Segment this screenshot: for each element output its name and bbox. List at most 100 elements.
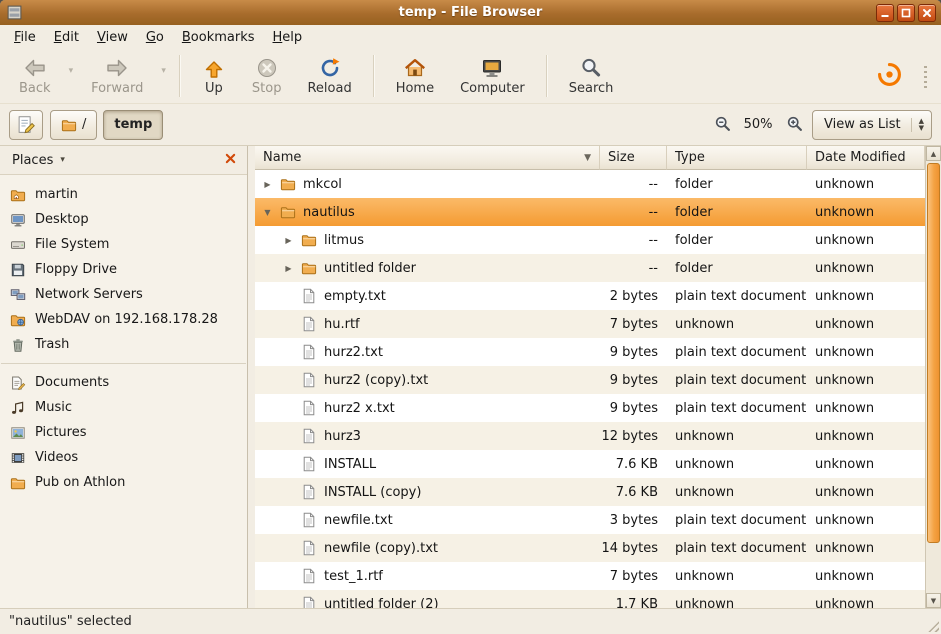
file-row-litmus[interactable]: ▶litmus--folderunknown xyxy=(255,226,925,254)
sidebar-item-label: Videos xyxy=(35,450,78,465)
file-date: unknown xyxy=(807,170,925,198)
reload-button[interactable]: Reload xyxy=(294,52,364,99)
file-row-untitled-folder[interactable]: ▶untitled folder--folderunknown xyxy=(255,254,925,282)
file-row-hu-rtf[interactable]: hu.rtf7 bytesunknownunknown xyxy=(255,310,925,338)
column-header-size[interactable]: Size xyxy=(600,146,667,170)
menu-bookmarks[interactable]: Bookmarks xyxy=(173,25,264,49)
resize-grip[interactable] xyxy=(924,617,939,632)
file-name: untitled folder xyxy=(324,261,416,276)
folder-icon xyxy=(280,204,296,220)
places-selector[interactable]: Places ▾ xyxy=(3,149,74,172)
sidebar-item-label: File System xyxy=(35,237,109,252)
file-row-newfile-txt[interactable]: newfile.txt3 bytesplain text documentunk… xyxy=(255,506,925,534)
close-button[interactable] xyxy=(918,4,936,22)
column-header-date-modified[interactable]: Date Modified xyxy=(807,146,925,170)
sidebar-item-label: Pictures xyxy=(35,425,86,440)
toolbar-grip[interactable] xyxy=(924,66,927,88)
file-type: folder xyxy=(667,170,807,198)
pane-splitter[interactable] xyxy=(248,146,255,608)
up-button[interactable]: Up xyxy=(189,52,239,99)
sidebar-item-desktop[interactable]: Desktop xyxy=(0,207,247,232)
scrollbar-thumb[interactable] xyxy=(927,163,940,543)
sort-indicator-icon: ▼ xyxy=(584,153,591,163)
toggle-location-entry-button[interactable] xyxy=(9,110,43,140)
menu-file[interactable]: File xyxy=(5,25,45,49)
menu-view[interactable]: View xyxy=(88,25,137,49)
sidebar-item-pictures[interactable]: Pictures xyxy=(0,420,247,445)
floppy-icon xyxy=(10,262,26,278)
window-title: temp - File Browser xyxy=(0,5,941,20)
sidebar-close-button[interactable] xyxy=(220,150,240,170)
zoom-level: 50% xyxy=(740,117,776,132)
file-type: unknown xyxy=(667,590,807,608)
sidebar-item-floppy-drive[interactable]: Floppy Drive xyxy=(0,257,247,282)
sidebar-item-martin[interactable]: martin xyxy=(0,182,247,207)
home-button[interactable]: Home xyxy=(383,52,447,99)
file-row-hurz2-copy-txt[interactable]: hurz2 (copy).txt9 bytesplain text docume… xyxy=(255,366,925,394)
sidebar-item-music[interactable]: Music xyxy=(0,395,247,420)
sidebar-item-videos[interactable]: Videos xyxy=(0,445,247,470)
path-button-root[interactable]: / xyxy=(50,110,97,140)
file-date: unknown xyxy=(807,562,925,590)
pictures-icon xyxy=(10,425,26,441)
file-row-untitled-folder-2[interactable]: untitled folder (2)1.7 KBunknownunknown xyxy=(255,590,925,608)
sidebar-item-network-servers[interactable]: Network Servers xyxy=(0,282,247,307)
column-header-name[interactable]: Name▼ xyxy=(255,146,600,170)
maximize-button[interactable] xyxy=(897,4,915,22)
menu-go[interactable]: Go xyxy=(137,25,173,49)
network-icon xyxy=(10,287,26,303)
titlebar[interactable]: temp - File Browser xyxy=(0,0,941,25)
file-type: plain text document xyxy=(667,506,807,534)
file-date: unknown xyxy=(807,506,925,534)
sidebar-item-label: WebDAV on 192.168.178.28 xyxy=(35,312,218,327)
file-row-nautilus[interactable]: ▼nautilus--folderunknown xyxy=(255,198,925,226)
scroll-up-button[interactable]: ▲ xyxy=(926,146,941,161)
vertical-scrollbar[interactable]: ▲ ▼ xyxy=(925,146,941,608)
places-label: Places xyxy=(12,153,53,168)
file-row-hurz3[interactable]: hurz312 bytesunknownunknown xyxy=(255,422,925,450)
sidebar-item-pub-on-athlon[interactable]: Pub on Athlon xyxy=(0,470,247,495)
column-header-type[interactable]: Type xyxy=(667,146,807,170)
sidebar-item-file-system[interactable]: File System xyxy=(0,232,247,257)
content-area: Places ▾ martin Desktop File System Floppy … xyxy=(0,146,941,608)
reload-label: Reload xyxy=(307,81,351,96)
search-button[interactable]: Search xyxy=(556,52,627,99)
expander-collapsed-icon[interactable]: ▶ xyxy=(282,236,295,245)
expander-collapsed-icon[interactable]: ▶ xyxy=(282,264,295,273)
file-row-empty-txt[interactable]: empty.txt2 bytesplain text documentunkno… xyxy=(255,282,925,310)
menu-help[interactable]: Help xyxy=(264,25,312,49)
zoom-out-button[interactable] xyxy=(709,112,735,138)
file-icon xyxy=(301,540,317,556)
expander-expanded-icon[interactable]: ▼ xyxy=(261,208,274,217)
scrollbar-trough[interactable] xyxy=(926,161,941,593)
menu-edit[interactable]: Edit xyxy=(45,25,88,49)
view-mode-selector[interactable]: View as List ▲▼ xyxy=(812,110,932,140)
file-row-hurz2-txt[interactable]: hurz2.txt9 bytesplain text documentunkno… xyxy=(255,338,925,366)
file-date: unknown xyxy=(807,338,925,366)
file-name: mkcol xyxy=(303,177,342,192)
toolbar-separator xyxy=(546,55,548,97)
sidebar-item-trash[interactable]: Trash xyxy=(0,332,247,357)
file-name: hu.rtf xyxy=(324,317,360,332)
zoom-in-button[interactable] xyxy=(781,112,807,138)
path-button-temp[interactable]: temp xyxy=(103,110,163,140)
stop-label: Stop xyxy=(252,81,282,96)
minimize-button[interactable] xyxy=(876,4,894,22)
file-row-install[interactable]: INSTALL7.6 KBunknownunknown xyxy=(255,450,925,478)
desktop-icon xyxy=(10,212,26,228)
file-row-hurz2-x-txt[interactable]: hurz2 x.txt9 bytesplain text documentunk… xyxy=(255,394,925,422)
file-row-test-1-rtf[interactable]: test_1.rtf7 bytesunknownunknown xyxy=(255,562,925,590)
sidebar-item-label: Desktop xyxy=(35,212,89,227)
file-row-install-copy[interactable]: INSTALL (copy)7.6 KBunknownunknown xyxy=(255,478,925,506)
file-row-newfile-copy-txt[interactable]: newfile (copy).txt14 bytesplain text doc… xyxy=(255,534,925,562)
sidebar-item-documents[interactable]: Documents xyxy=(0,370,247,395)
file-row-mkcol[interactable]: ▶mkcol--folderunknown xyxy=(255,170,925,198)
file-date: unknown xyxy=(807,534,925,562)
sidebar-item-webdav-on-192-168-178-28[interactable]: WebDAV on 192.168.178.28 xyxy=(0,307,247,332)
expander-collapsed-icon[interactable]: ▶ xyxy=(261,180,274,189)
computer-button[interactable]: Computer xyxy=(447,52,538,99)
file-size: 2 bytes xyxy=(600,282,667,310)
forward-history-dropdown: ▾ xyxy=(156,66,171,76)
file-name: newfile (copy).txt xyxy=(324,541,438,556)
scroll-down-button[interactable]: ▼ xyxy=(926,593,941,608)
